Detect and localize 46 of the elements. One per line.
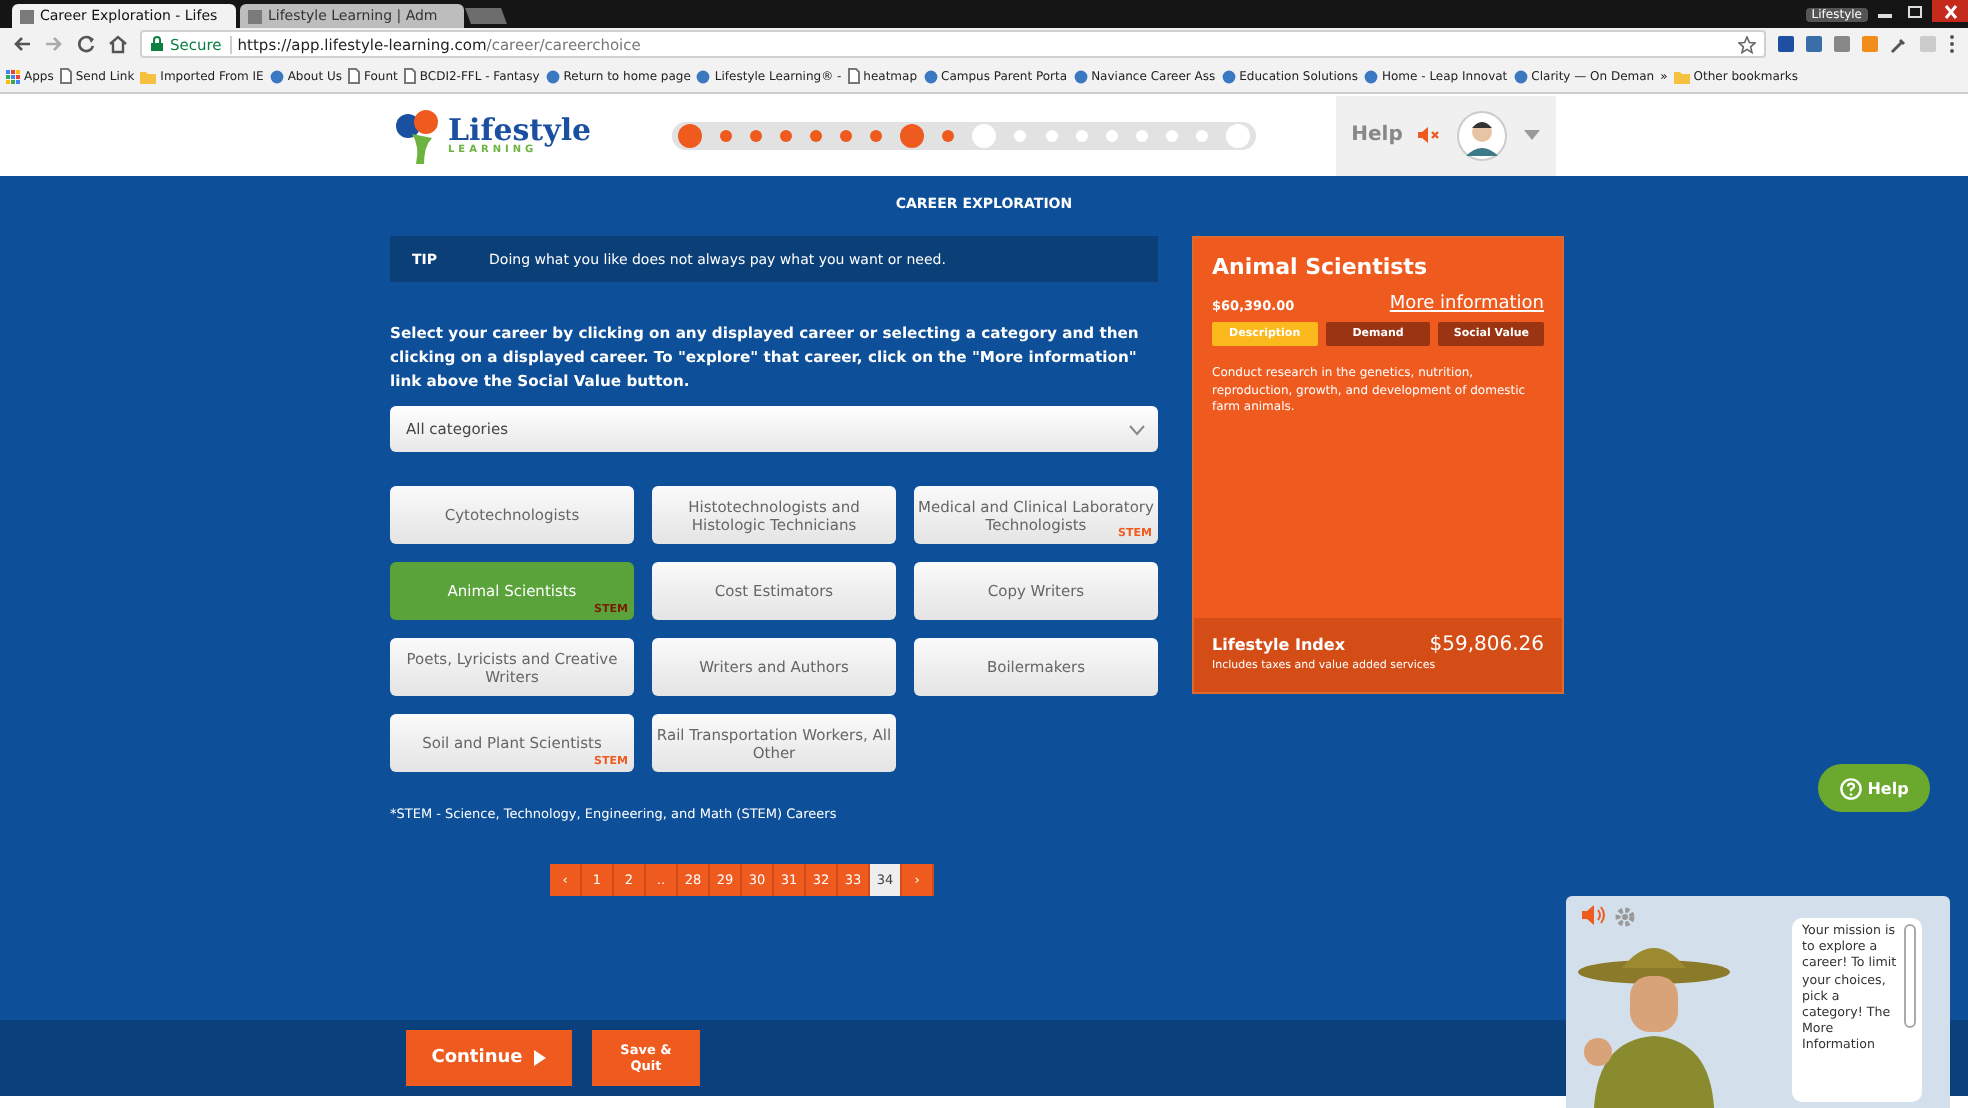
- eyedropper-icon[interactable]: [1890, 35, 1908, 53]
- play-icon: [534, 1050, 547, 1066]
- career-title: Animal Scientists: [1212, 254, 1429, 280]
- speaker-icon[interactable]: [1582, 904, 1606, 926]
- page-icon: [248, 9, 262, 23]
- lifestyle-index-value: $59,806.26: [1429, 634, 1544, 656]
- page-icon: [403, 68, 416, 84]
- globe-icon: [923, 69, 938, 83]
- help-button[interactable]: Help: [1818, 764, 1930, 812]
- globe-icon: [696, 69, 711, 83]
- globe-icon: [269, 69, 284, 83]
- chevron-down-icon: [1128, 423, 1146, 435]
- apps-grid-icon: [6, 69, 20, 83]
- lifestyle-index-label: Lifestyle Index: [1212, 636, 1345, 654]
- new-tab-button[interactable]: [465, 8, 507, 24]
- folder-icon: [140, 69, 157, 83]
- question-icon: [1839, 777, 1862, 799]
- globe-icon: [1221, 69, 1236, 83]
- lock-icon: [150, 36, 164, 52]
- logo-text: Lifestyle: [448, 115, 592, 145]
- menu-icon[interactable]: [1948, 34, 1956, 54]
- page-icon: [348, 68, 360, 84]
- reload-icon[interactable]: [76, 34, 96, 54]
- settings-icon[interactable]: [1614, 906, 1636, 928]
- star-icon[interactable]: [1738, 35, 1756, 53]
- globe-icon: [1513, 69, 1528, 83]
- page-icon: [847, 68, 860, 84]
- forward-icon[interactable]: [44, 34, 64, 54]
- globe-icon: [1364, 69, 1378, 83]
- logo-splash-icon: [392, 105, 444, 165]
- back-icon[interactable]: [12, 34, 32, 54]
- page-icon: [59, 68, 72, 84]
- globe-icon: [545, 69, 560, 83]
- scrollbar[interactable]: [1904, 924, 1916, 1028]
- mute-icon[interactable]: [1418, 126, 1441, 144]
- page-icon: [20, 9, 34, 23]
- home-icon[interactable]: [108, 34, 128, 54]
- continue-button[interactable]: Continue: [406, 1030, 572, 1086]
- globe-icon: [1073, 69, 1088, 83]
- help-link[interactable]: Help: [1351, 124, 1403, 146]
- folder-icon: [1673, 69, 1690, 83]
- avatar-icon[interactable]: [1456, 109, 1509, 161]
- maximize-icon[interactable]: [1902, 0, 1928, 22]
- close-icon[interactable]: [1932, 0, 1968, 22]
- caret-icon[interactable]: [1524, 130, 1541, 140]
- more-information-link[interactable]: More information: [1389, 294, 1544, 314]
